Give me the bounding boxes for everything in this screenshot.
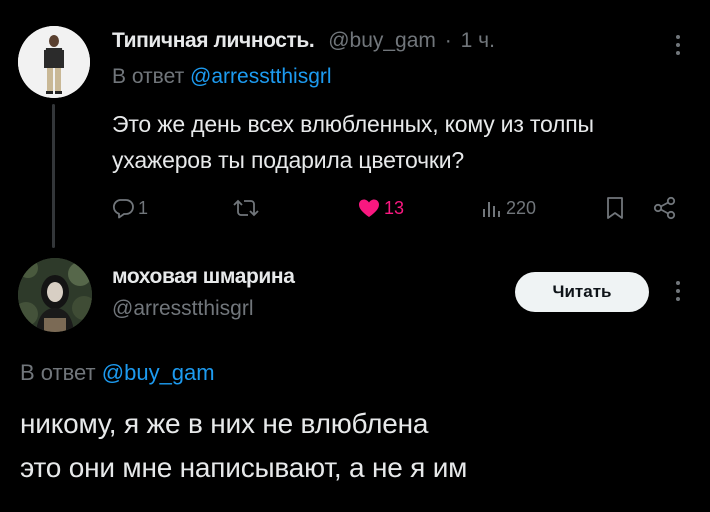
tweet-text-line: никому, я же в них не влюблена bbox=[20, 408, 429, 439]
separator-dot: · bbox=[444, 29, 452, 52]
more-vertical-icon[interactable] bbox=[668, 276, 688, 306]
author-name[interactable]: моховая шмарина bbox=[112, 264, 295, 290]
reply-button[interactable]: 1 bbox=[110, 194, 148, 222]
tweet-text-line: это они мне написывают, а не я им bbox=[20, 452, 468, 483]
share-button[interactable] bbox=[652, 194, 678, 222]
author-handle[interactable]: @arresstthisgrl bbox=[112, 296, 254, 322]
tweet-text: никому, я же в них не влюблена это они м… bbox=[20, 402, 690, 490]
replying-to-label: В ответ bbox=[20, 360, 96, 385]
bookmark-button[interactable] bbox=[604, 194, 626, 222]
views-icon bbox=[483, 202, 500, 217]
tweet-timestamp[interactable]: 1 ч. bbox=[461, 29, 495, 52]
views-button[interactable]: 220 bbox=[480, 194, 536, 222]
reply-count: 1 bbox=[138, 197, 149, 218]
like-count: 13 bbox=[384, 197, 405, 218]
replying-to: В ответ @buy_gam bbox=[20, 360, 215, 386]
tweet-header: Типичная личность. @buy_gam · 1 ч. bbox=[112, 28, 495, 54]
retweet-icon bbox=[233, 199, 259, 217]
author-handle[interactable]: @buy_gam bbox=[328, 29, 436, 52]
retweet-button[interactable] bbox=[232, 194, 262, 222]
like-button[interactable]: 13 bbox=[356, 194, 404, 222]
thread-connector-line bbox=[52, 104, 55, 248]
replying-to-label: В ответ bbox=[112, 65, 185, 88]
author-name[interactable]: Типичная личность. bbox=[112, 29, 315, 52]
tweet-text: Это же день всех влюбленных, кому из тол… bbox=[112, 111, 594, 173]
follow-button[interactable]: Читать bbox=[515, 272, 649, 312]
heart-icon bbox=[359, 199, 379, 217]
bookmark-icon bbox=[607, 197, 623, 219]
avatar[interactable] bbox=[18, 26, 90, 98]
more-vertical-icon[interactable] bbox=[668, 30, 688, 60]
tweet-actions-bar: 1 13 220 bbox=[0, 190, 710, 226]
reply-mention-link[interactable]: @arresstthisgrl bbox=[190, 65, 332, 88]
replying-to: В ответ @arresstthisgrl bbox=[112, 64, 332, 90]
views-count: 220 bbox=[506, 197, 537, 218]
tweet-thread: Типичная личность. @buy_gam · 1 ч. В отв… bbox=[0, 0, 710, 512]
comment-icon bbox=[112, 199, 134, 219]
reply-mention-link[interactable]: @buy_gam bbox=[102, 360, 215, 385]
avatar[interactable] bbox=[18, 258, 92, 332]
share-icon bbox=[653, 196, 676, 220]
